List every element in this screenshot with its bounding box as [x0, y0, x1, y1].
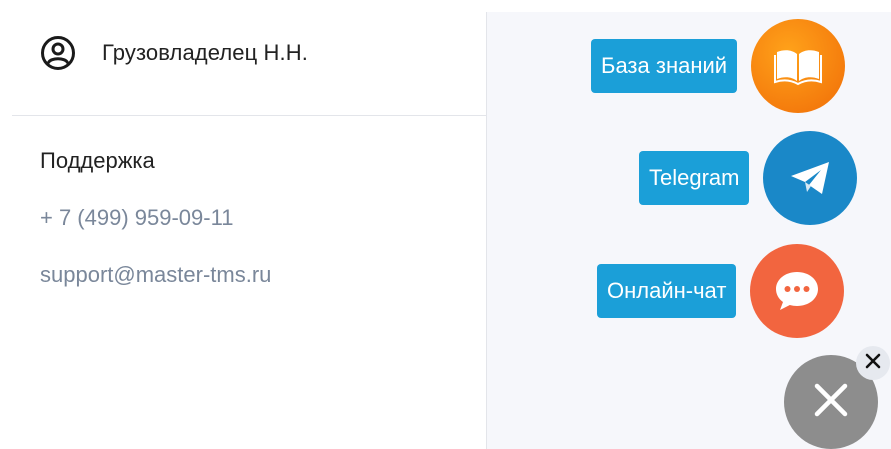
online-chat-widget[interactable]: Онлайн-чат	[597, 244, 845, 338]
book-icon	[773, 46, 823, 86]
dismiss-widget-button[interactable]	[856, 346, 890, 380]
knowledge-base-button[interactable]	[751, 19, 846, 113]
paper-plane-icon	[788, 158, 832, 198]
user-circle-icon	[40, 35, 76, 71]
user-name: Грузовладелец Н.Н.	[102, 40, 308, 65]
close-icon	[865, 353, 881, 374]
telegram-button[interactable]	[763, 131, 858, 225]
telegram-label[interactable]: Telegram	[639, 151, 750, 205]
online-chat-label[interactable]: Онлайн-чат	[597, 264, 737, 318]
telegram-widget[interactable]: Telegram	[639, 131, 858, 225]
support-title: Поддержка	[40, 148, 155, 173]
knowledge-base-widget[interactable]: База знаний	[591, 19, 846, 113]
divider	[12, 115, 486, 116]
support-email-link[interactable]: support@master-tms.ru	[40, 262, 271, 288]
close-icon	[811, 380, 851, 425]
online-chat-button[interactable]	[750, 244, 845, 338]
chat-bubble-icon	[773, 269, 821, 313]
user-menu-panel: Грузовладелец Н.Н. Поддержка + 7 (499) 9…	[0, 0, 486, 449]
user-profile-row[interactable]: Грузовладелец Н.Н.	[40, 33, 308, 73]
support-phone-link[interactable]: + 7 (499) 959-09-11	[40, 205, 233, 231]
knowledge-base-label[interactable]: База знаний	[591, 39, 738, 93]
